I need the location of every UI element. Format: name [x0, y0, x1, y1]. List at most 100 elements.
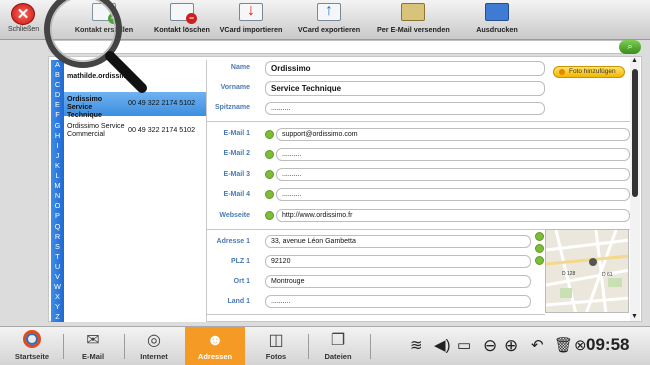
firstname-label: Vorname — [220, 84, 250, 91]
email4-icon[interactable] — [265, 190, 274, 199]
country1-field[interactable]: .......... — [265, 295, 531, 308]
contact-phone: 00 49 322 2174 5102 — [128, 126, 196, 134]
map-controls — [535, 232, 544, 268]
zoom-in-icon[interactable] — [535, 232, 544, 241]
alpha-letter[interactable]: W — [51, 282, 64, 292]
zoom-out-icon[interactable]: ⊖ — [483, 336, 497, 356]
email2-field[interactable]: .......... — [276, 148, 630, 161]
alpha-letter[interactable]: H — [51, 131, 64, 141]
contact-name: Ordissimo Service Technique — [67, 95, 103, 119]
help-icon[interactable]: ⊗ — [574, 336, 587, 354]
taskbar-home[interactable]: Startseite — [2, 327, 62, 365]
contact-list-item-selected[interactable]: Ordissimo Service Technique 00 49 322 21… — [64, 92, 206, 119]
email1-label: E-Mail 1 — [223, 130, 250, 137]
alpha-letter[interactable]: X — [51, 292, 64, 302]
email3-icon[interactable] — [265, 170, 274, 179]
name-field[interactable]: Ordissimo — [265, 61, 545, 76]
email3-field[interactable]: .......... — [276, 168, 630, 181]
firstname-field[interactable]: Service Technique — [265, 81, 545, 96]
trash-icon[interactable]: 🗑 — [554, 336, 573, 354]
taskbar-home-label: Startseite — [14, 352, 50, 361]
address1-label: Adresse 1 — [216, 238, 250, 245]
send-by-email-icon — [401, 3, 425, 21]
address1-field[interactable]: 33, avenue Léon Gambetta — [265, 235, 531, 248]
email2-icon[interactable] — [265, 150, 274, 159]
alpha-letter[interactable]: L — [51, 171, 64, 181]
camera-icon: ◫ — [268, 332, 284, 349]
files-icon: ❐ — [330, 332, 346, 349]
search-icon: ⌕ — [627, 41, 633, 51]
alpha-letter[interactable]: F — [51, 110, 64, 120]
scroll-down-icon[interactable]: ▼ — [631, 313, 638, 320]
alpha-letter[interactable]: T — [51, 252, 64, 262]
alpha-letter[interactable]: N — [51, 191, 64, 201]
email1-icon[interactable] — [265, 130, 274, 139]
nickname-field[interactable]: .......... — [265, 102, 545, 115]
website-field[interactable]: http://www.ordissimo.fr — [276, 209, 630, 222]
alpha-letter[interactable]: O — [51, 201, 64, 211]
scroll-up-icon[interactable]: ▲ — [631, 57, 638, 64]
wifi-icon[interactable]: ≋ — [410, 336, 423, 354]
taskbar-internet[interactable]: ◎ Internet — [124, 327, 184, 365]
alpha-letter[interactable]: Q — [51, 222, 64, 232]
zoom-out-icon[interactable] — [535, 244, 544, 253]
taskbar-internet-label: Internet — [140, 352, 168, 361]
alpha-letter[interactable]: Z — [51, 312, 64, 322]
taskbar-email-label: E-Mail — [81, 352, 105, 361]
email4-field[interactable]: .......... — [276, 188, 630, 201]
scroll-thumb[interactable] — [632, 69, 638, 197]
email4-label: E-Mail 4 — [223, 191, 250, 198]
alpha-letter[interactable]: K — [51, 161, 64, 171]
alpha-letter[interactable]: S — [51, 242, 64, 252]
clock: 09:58 — [586, 335, 630, 354]
search-button[interactable]: ⌕ — [619, 40, 641, 54]
import-vcard-button[interactable]: ↓ VCard importieren — [218, 2, 284, 37]
taskbar-files-label: Dateien — [324, 352, 352, 361]
send-by-email-button[interactable]: Per E-Mail versenden — [377, 3, 450, 37]
export-vcard-button[interactable]: ↑ VCard exportieren — [296, 2, 362, 37]
taskbar-photos[interactable]: ◫ Fotos — [246, 327, 306, 365]
zip1-field[interactable]: 92120 — [265, 255, 531, 268]
city1-field[interactable]: Montrouge — [265, 275, 531, 288]
zoom-in-icon[interactable]: ⊕ — [504, 336, 518, 356]
vertical-scrollbar[interactable]: ▲ ▼ — [630, 57, 640, 321]
battery-icon[interactable]: ▭ — [457, 336, 471, 354]
section-divider — [207, 314, 545, 315]
alpha-letter[interactable]: J — [51, 151, 64, 161]
taskbar-files[interactable]: ❐ Dateien — [308, 327, 368, 365]
contact-list-item[interactable]: Ordissimo Service Commercial 00 49 322 2… — [64, 119, 206, 143]
magnifier-icon — [44, 0, 147, 93]
alpha-letter[interactable]: M — [51, 181, 64, 191]
print-button[interactable]: Ausdrucken — [468, 3, 526, 37]
map-label: D 128 — [562, 271, 576, 277]
alpha-letter[interactable]: P — [51, 211, 64, 221]
close-button[interactable]: ✕ Schließen — [8, 3, 40, 37]
add-photo-button[interactable]: Foto hinzufügen — [553, 66, 625, 78]
delete-contact-button[interactable]: Kontakt löschen — [146, 3, 218, 37]
alpha-letter[interactable]: U — [51, 262, 64, 272]
alpha-letter[interactable]: G — [51, 121, 64, 131]
section-divider — [207, 121, 630, 122]
export-vcard-icon: ↑ — [317, 2, 341, 21]
alpha-letter[interactable]: Y — [51, 302, 64, 312]
close-label: Schließen — [8, 26, 40, 33]
alpha-letter[interactable]: V — [51, 272, 64, 282]
volume-icon[interactable]: ◀) — [434, 336, 451, 354]
city1-label: Ort 1 — [233, 278, 250, 285]
undo-icon[interactable]: ↶ — [531, 336, 544, 354]
alphabet-index: A B C D E F G H I J K L M N O P Q R S T … — [51, 60, 64, 322]
website-icon[interactable] — [265, 211, 274, 220]
globe-icon: ◎ — [147, 332, 161, 349]
alpha-letter[interactable]: E — [51, 100, 64, 110]
name-label: Name — [230, 64, 250, 71]
map-image: D 128 D 61 — [546, 230, 628, 312]
address-map[interactable]: D 128 D 61 — [545, 229, 629, 313]
alpha-letter[interactable]: I — [51, 141, 64, 151]
alpha-letter[interactable]: R — [51, 232, 64, 242]
map-pin-icon[interactable] — [535, 256, 544, 265]
contact-name: Ordissimo Service Commercial — [67, 122, 125, 138]
taskbar-addresses[interactable]: ☻ Adressen — [185, 327, 245, 365]
printer-icon — [485, 3, 509, 21]
taskbar-email[interactable]: ✉ E-Mail — [63, 327, 123, 365]
email1-field[interactable]: support@ordissimo.com — [276, 128, 630, 141]
